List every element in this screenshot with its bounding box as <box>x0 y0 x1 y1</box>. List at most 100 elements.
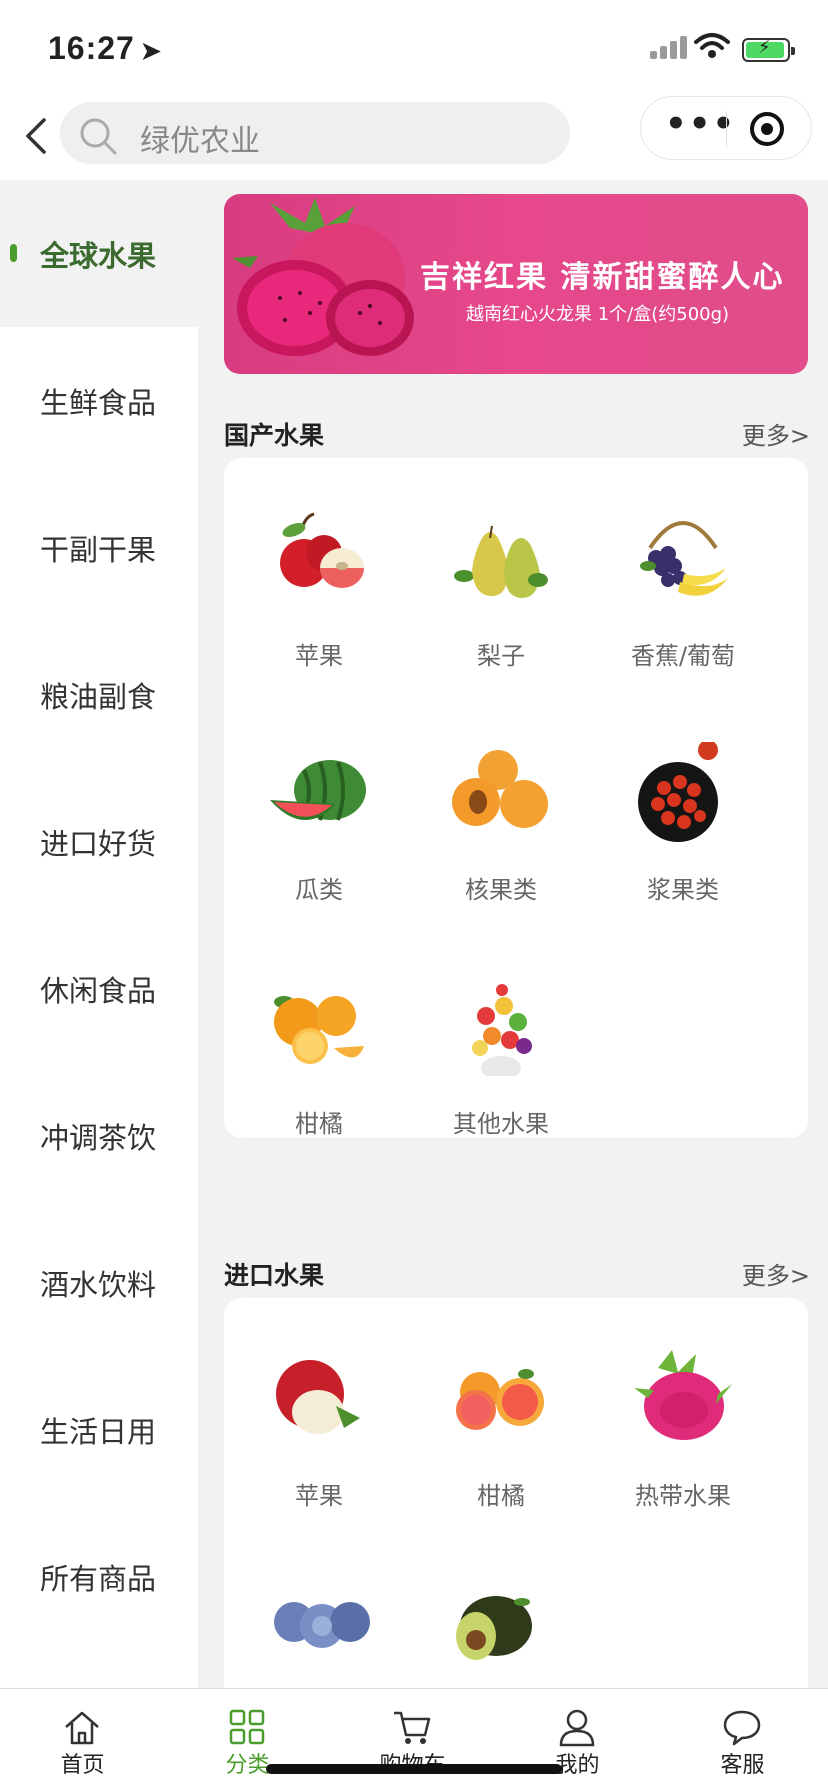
sidebar-item-label: 冲调茶饮 <box>40 1120 157 1155</box>
banner-subline: 越南红心火龙果 1个/盒(约500g) <box>466 304 730 325</box>
search-input[interactable]: 绿优农业 <box>60 102 570 164</box>
tile-label: 梨子 <box>477 642 525 670</box>
nav-bar: 绿优农业 ••• <box>0 92 828 180</box>
chat-bubble-icon <box>723 1710 761 1746</box>
category-tile-imported-citrus[interactable]: 柑橘 <box>406 1298 586 1518</box>
fruit-bouquet-image <box>472 984 532 1076</box>
more-dots-icon[interactable]: ••• <box>665 103 734 155</box>
wifi-icon <box>694 33 730 58</box>
section-title-domestic: 国产水果 <box>224 421 325 450</box>
sidebar-item-snacks[interactable]: 休闲食品 <box>0 915 198 1062</box>
more-link-domestic[interactable]: 更多> <box>742 416 810 451</box>
tile-label: 浆果类 <box>647 876 719 904</box>
grid-icon <box>229 1709 265 1745</box>
back-chevron-icon[interactable] <box>16 112 56 160</box>
status-bar: 16:27 ➤ ⚡ <box>0 0 828 92</box>
sidebar-item-label: 全球水果 <box>40 238 157 273</box>
sidebar-item-fresh-food[interactable]: 生鲜食品 <box>0 327 198 474</box>
active-indicator <box>10 244 17 262</box>
category-sidebar: 全球水果 生鲜食品 干副干果 粮油副食 进口好货 休闲食品 冲调茶饮 酒水饮料 … <box>0 180 198 1688</box>
dragon-fruit-image <box>634 1350 732 1440</box>
sidebar-item-label: 进口好货 <box>40 826 157 861</box>
status-time: 16:27 ➤ <box>48 30 162 67</box>
sidebar-item-tea-drinks[interactable]: 冲调茶饮 <box>0 1062 198 1209</box>
berries-bowl-image <box>638 742 718 842</box>
tab-category[interactable]: 分类 <box>165 1689 330 1792</box>
category-tile-berries[interactable]: 浆果类 <box>588 692 768 912</box>
category-content: 吉祥红果 清新甜蜜醉人心 越南红心火龙果 1个/盒(约500g) 国产水果 更多… <box>198 180 828 1688</box>
sidebar-item-label: 酒水饮料 <box>40 1267 157 1302</box>
tile-label: 苹果 <box>295 642 343 670</box>
sidebar-item-all-products[interactable]: 所有商品 <box>0 1503 198 1650</box>
cellular-signal-icon <box>650 36 690 59</box>
home-icon <box>65 1711 99 1745</box>
tab-label: 购物车 <box>330 1747 495 1779</box>
tile-label: 香蕉/葡萄 <box>630 642 736 670</box>
tab-cart[interactable]: 购物车 <box>330 1689 495 1792</box>
cart-icon <box>394 1711 431 1744</box>
sidebar-item-label: 生活日用 <box>40 1414 157 1449</box>
category-tile-tropical[interactable]: 热带水果 <box>588 1298 768 1518</box>
watermelon-image <box>270 760 366 821</box>
dragon-fruit-image <box>232 198 414 356</box>
apple-image <box>280 512 364 588</box>
tab-mine[interactable]: 我的 <box>495 1689 660 1792</box>
category-tile-pear[interactable]: 梨子 <box>406 458 586 678</box>
bottom-tab-bar: 首页 分类 购物车 我的 客服 <box>0 1688 828 1792</box>
grapefruit-image <box>456 1369 544 1430</box>
domestic-fruit-card: 苹果 梨子 香蕉/葡萄 瓜类 核果类 浆果类 柑橘 其他水果 <box>224 458 808 1138</box>
apple-image <box>276 1360 360 1434</box>
promo-banner[interactable]: 吉祥红果 清新甜蜜醉人心 越南红心火龙果 1个/盒(约500g) <box>224 194 808 374</box>
sidebar-item-label: 休闲食品 <box>40 973 157 1008</box>
user-icon <box>559 1709 595 1747</box>
category-tile-melon[interactable]: 瓜类 <box>224 692 404 912</box>
sidebar-item-global-fruit[interactable]: 全球水果 <box>0 180 198 327</box>
tile-label: 热带水果 <box>635 1482 731 1510</box>
tile-label: 核果类 <box>465 876 537 904</box>
tab-home[interactable]: 首页 <box>0 1689 165 1792</box>
section-title-imported: 进口水果 <box>224 1261 325 1290</box>
category-tile-apple[interactable]: 苹果 <box>224 458 404 678</box>
category-tile-blueberry[interactable] <box>224 1532 404 1688</box>
category-tile-avocado[interactable] <box>406 1532 586 1688</box>
tab-label: 我的 <box>555 1753 600 1778</box>
miniprogram-capsule: ••• <box>640 96 812 160</box>
tile-label: 苹果 <box>295 1482 343 1510</box>
sidebar-item-grain-oil[interactable]: 粮油副食 <box>0 621 198 768</box>
banana-grape-basket-image <box>640 521 728 596</box>
orange-image <box>274 996 364 1064</box>
sidebar-item-label: 所有商品 <box>40 1561 157 1596</box>
sidebar-item-daily-use[interactable]: 生活日用 <box>0 1356 198 1503</box>
imported-fruit-card: 苹果 柑橘 热带水果 <box>224 1298 808 1688</box>
sidebar-item-label: 粮油副食 <box>40 679 157 714</box>
category-tile-other-fruit[interactable]: 其他水果 <box>406 926 586 1146</box>
location-arrow-icon: ➤ <box>140 38 162 65</box>
category-tile-citrus[interactable]: 柑橘 <box>224 926 404 1146</box>
category-tile-imported-apple[interactable]: 苹果 <box>224 1298 404 1518</box>
close-target-icon[interactable] <box>747 109 787 149</box>
search-icon <box>80 118 117 155</box>
tile-label: 瓜类 <box>295 876 343 904</box>
tab-service[interactable]: 客服 <box>660 1689 825 1792</box>
capsule-divider <box>726 111 727 147</box>
search-placeholder: 绿优农业 <box>140 124 260 159</box>
category-tile-banana-grape[interactable]: 香蕉/葡萄 <box>588 458 768 678</box>
tab-label: 首页 <box>60 1753 105 1778</box>
tile-label: 其他水果 <box>453 1110 549 1138</box>
sidebar-item-dried-goods[interactable]: 干副干果 <box>0 474 198 621</box>
sidebar-item-label: 生鲜食品 <box>40 385 157 420</box>
sidebar-item-imported-goods[interactable]: 进口好货 <box>0 768 198 915</box>
avocado-image <box>456 1596 532 1660</box>
more-link-imported[interactable]: 更多> <box>742 1256 810 1291</box>
apricot-image <box>452 750 548 828</box>
category-tile-stone-fruit[interactable]: 核果类 <box>406 692 586 912</box>
sidebar-item-beverages[interactable]: 酒水饮料 <box>0 1209 198 1356</box>
tab-label: 客服 <box>720 1753 765 1778</box>
sidebar-item-label: 干副干果 <box>40 532 157 567</box>
battery-icon: ⚡ <box>742 37 795 62</box>
home-indicator <box>266 1764 562 1774</box>
tile-label: 柑橘 <box>295 1110 343 1138</box>
tile-label: 柑橘 <box>477 1482 525 1510</box>
banner-headline: 吉祥红果 清新甜蜜醉人心 <box>420 260 785 295</box>
time-label: 16:27 <box>48 30 135 66</box>
